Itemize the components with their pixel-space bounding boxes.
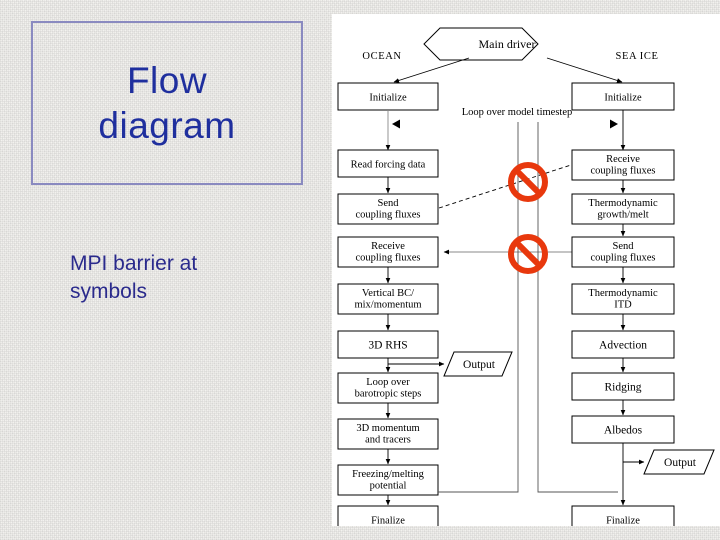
- edge-root-to-ocean: [393, 57, 470, 83]
- edge-root-to-seaice: [546, 57, 623, 83]
- page-title: Flow diagram: [98, 59, 236, 146]
- node-label-output-right: Output: [664, 457, 697, 469]
- node-advection: Advection: [571, 330, 675, 359]
- node-thermodynamic-growth-melt: Thermodynamic growth/melt: [571, 193, 675, 225]
- node-3d-rhs: 3D RHS: [337, 330, 439, 359]
- node-main-driver: Main driver: [423, 27, 539, 61]
- node-output-right: Output: [643, 449, 715, 475]
- node-read-forcing-data: Read forcing data: [337, 149, 439, 178]
- node-label-right-finalize: Finalize: [606, 516, 640, 527]
- node-3d-momentum-tracers: 3D momentum and tracers: [337, 418, 439, 450]
- node-vertical-bc-mix-momentum: Vertical BC/mix/momentum: [337, 283, 439, 315]
- node-freezing-melting-potential: Freezing/melting potential: [337, 464, 439, 496]
- node-label-vertical-bc: Vertical BC/mix/momentum: [354, 288, 421, 311]
- flow-diagram-panel: Main driver OCEAN SEA ICE Loop over mode…: [332, 14, 720, 526]
- node-label-3d-momentum: 3D momentum and tracers: [356, 423, 419, 446]
- node-label-read-forcing-data: Read forcing data: [351, 160, 426, 171]
- node-label-3d-rhs: 3D RHS: [368, 340, 407, 352]
- node-label-right-initialize: Initialize: [604, 93, 642, 104]
- node-loop-barotropic-steps: Loop over barotropic steps: [337, 372, 439, 404]
- node-right-send-coupling-fluxes: Send coupling fluxes: [571, 236, 675, 268]
- loop-return-arrow-right: [610, 119, 618, 129]
- branch-label-sea-ice: SEA ICE: [616, 51, 659, 62]
- branch-label-ocean: OCEAN: [362, 51, 401, 62]
- subtitle-text: MPI barrier at symbols: [70, 252, 198, 304]
- loop-return-arrow-left: [392, 119, 400, 129]
- node-ridging: Ridging: [571, 372, 675, 401]
- node-thermodynamic-itd: Thermodynamic ITD: [571, 283, 675, 315]
- loop-label: Loop over model timestep: [462, 107, 573, 118]
- mpi-barrier-lower-icon: [508, 234, 548, 274]
- node-label-albedos: Albedos: [604, 425, 643, 437]
- edge-send-left-to-receive-right: [438, 162, 578, 209]
- node-label-left-initialize: Initialize: [369, 93, 407, 104]
- node-right-finalize: Finalize: [571, 505, 675, 527]
- node-left-finalize: Finalize: [337, 505, 439, 527]
- node-albedos: Albedos: [571, 415, 675, 444]
- node-right-initialize: Initialize: [571, 82, 675, 111]
- node-label-advection: Advection: [599, 340, 647, 352]
- title-box: Flow diagram: [31, 21, 303, 185]
- node-right-receive-coupling-fluxes: Receive coupling fluxes: [571, 149, 675, 181]
- node-label-ridging: Ridging: [604, 382, 641, 394]
- node-left-send-coupling-fluxes: Send coupling fluxes: [337, 193, 439, 225]
- node-left-receive-coupling-fluxes: Receive coupling fluxes: [337, 236, 439, 268]
- node-label-left-finalize: Finalize: [371, 516, 405, 527]
- loop-trunk-left: [438, 122, 519, 493]
- node-label-main-driver: Main driver: [479, 37, 536, 51]
- node-left-initialize: Initialize: [337, 82, 439, 111]
- node-label-output-left: Output: [463, 359, 496, 371]
- mpi-barrier-upper-icon: [508, 162, 548, 202]
- node-label-thermo-growth: Thermodynamic growth/melt: [588, 198, 658, 221]
- node-output-left: Output: [443, 351, 513, 377]
